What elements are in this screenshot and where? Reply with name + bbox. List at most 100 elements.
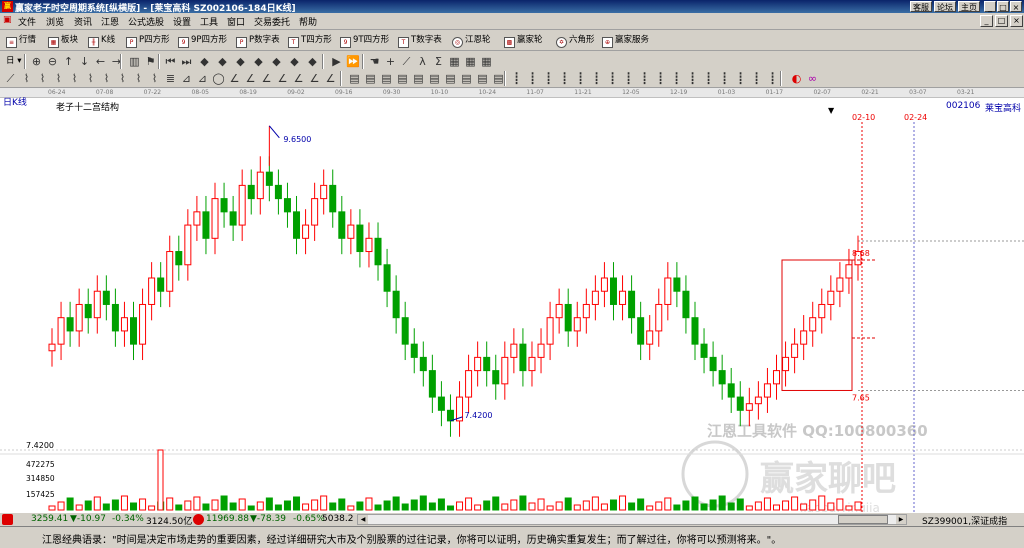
angle-icon[interactable]: ∠ [228, 72, 241, 85]
menu-trade[interactable]: 交易委托 [254, 15, 290, 28]
fibonacci-icon[interactable]: ≣ [164, 72, 177, 85]
homepage-link-button[interactable]: 主页 [958, 1, 980, 12]
draw-chart-icon[interactable]: ⌇ [36, 72, 49, 85]
mdi-minimize-button[interactable]: _ [980, 15, 993, 27]
draw-chart-icon[interactable]: ⌇ [100, 72, 113, 85]
ruler-icon[interactable]: ┋ [510, 72, 523, 85]
diamond-icon[interactable]: ◆ [288, 55, 301, 68]
table-icon[interactable]: ▤ [364, 72, 377, 85]
fan-icon[interactable]: ⊿ [196, 72, 209, 85]
draw-chart-icon[interactable]: ⌇ [20, 72, 33, 85]
menu-settings[interactable]: 设置 [173, 15, 191, 28]
angle-icon[interactable]: ∠ [292, 72, 305, 85]
toolbar-t-table-button[interactable]: T T数字表 [398, 33, 442, 48]
circle-icon[interactable]: ◯ [212, 72, 225, 85]
ruler-icon[interactable]: ┋ [766, 72, 779, 85]
table-icon[interactable]: ▤ [428, 72, 441, 85]
toolbar-quote-button[interactable]: ≡ 行情 [6, 33, 36, 48]
table-icon[interactable]: ▤ [348, 72, 361, 85]
diamond-icon[interactable]: ◆ [234, 55, 247, 68]
flag-icon[interactable]: ⚑ [144, 55, 157, 68]
ruler-icon[interactable]: ┋ [622, 72, 635, 85]
scroll-thumb[interactable] [838, 515, 888, 524]
menu-info[interactable]: 资讯 [74, 15, 92, 28]
kline-chart[interactable]: 赢家聊吧jiaoba.yingjia江恩工具软件 QQ:10080036002-… [0, 98, 1024, 512]
forum-link-button[interactable]: 论坛 [934, 1, 956, 12]
toolbar-kline-button[interactable]: ╫ K线 [88, 33, 115, 48]
menu-app-icon[interactable]: ▣ [3, 15, 12, 25]
menu-formula[interactable]: 公式选股 [128, 15, 164, 28]
ruler-icon[interactable]: ┋ [590, 72, 603, 85]
service-link-button[interactable]: 客服 [910, 1, 932, 12]
period-selector[interactable]: 日 ▾ [6, 54, 21, 69]
sigma-icon[interactable]: Σ [432, 55, 445, 68]
toolbar-hexagon-button[interactable]: ✡ 六角形 [556, 33, 595, 48]
fast-forward-icon[interactable]: ⏩ [346, 55, 360, 68]
zoom-out-icon[interactable]: ⊖ [46, 55, 59, 68]
table-icon[interactable]: ▤ [380, 72, 393, 85]
left-arrow-icon[interactable]: ← [94, 55, 107, 68]
menu-help[interactable]: 帮助 [299, 15, 317, 28]
play-icon[interactable]: ▶ [330, 55, 343, 68]
down-arrow-icon[interactable]: ↓ [78, 55, 91, 68]
scroll-right-icon[interactable]: ▶ [896, 515, 906, 524]
draw-chart-icon[interactable]: ⌇ [132, 72, 145, 85]
hand-icon[interactable]: ☚ [368, 55, 381, 68]
mdi-close-button[interactable]: × [1010, 15, 1023, 27]
close-button[interactable]: × [1010, 1, 1022, 12]
table-icon[interactable]: ▤ [460, 72, 473, 85]
table-icon[interactable]: ▤ [412, 72, 425, 85]
crosshair-icon[interactable]: + [384, 55, 397, 68]
dropdown-arrow-icon[interactable]: ▼ [828, 106, 834, 115]
table-icon[interactable]: ▤ [396, 72, 409, 85]
toolbar-t-square-button[interactable]: T T四方形 [288, 33, 332, 48]
ruler-icon[interactable]: ┋ [526, 72, 539, 85]
ruler-icon[interactable]: ┋ [574, 72, 587, 85]
grid-icon[interactable]: ▦ [448, 55, 461, 68]
draw-chart-icon[interactable]: ⌇ [116, 72, 129, 85]
mdi-restore-button[interactable]: □ [995, 15, 1008, 27]
diamond-icon[interactable]: ◆ [306, 55, 319, 68]
color-wheel-icon[interactable]: ◐ [790, 72, 803, 85]
ruler-icon[interactable]: ┋ [542, 72, 555, 85]
lambda-icon[interactable]: λ [416, 55, 429, 68]
ruler-icon[interactable]: ┋ [718, 72, 731, 85]
horizontal-scrollbar[interactable]: ◀ ▶ [357, 514, 907, 525]
table-icon[interactable]: ▤ [476, 72, 489, 85]
draw-chart-icon[interactable]: ⌇ [148, 72, 161, 85]
toolbar-p-square-button[interactable]: P P四方形 [126, 33, 170, 48]
angle-icon[interactable]: ∠ [260, 72, 273, 85]
angle-icon[interactable]: ∠ [244, 72, 257, 85]
minimize-button[interactable]: _ [984, 1, 996, 12]
draw-line-icon[interactable]: ⟋ [4, 72, 17, 85]
chart-icon[interactable]: ▥ [128, 55, 141, 68]
scroll-left-icon[interactable]: ◀ [358, 515, 368, 524]
menu-tools[interactable]: 工具 [200, 15, 218, 28]
draw-chart-icon[interactable]: ⌇ [84, 72, 97, 85]
angle-icon[interactable]: ∠ [324, 72, 337, 85]
grid-icon[interactable]: ▦ [480, 55, 493, 68]
last-icon[interactable]: ⏭ [180, 55, 193, 68]
toolbar-9t-square-button[interactable]: 9 9T四方形 [340, 33, 389, 48]
table-icon[interactable]: ▤ [444, 72, 457, 85]
draw-chart-icon[interactable]: ⌇ [68, 72, 81, 85]
diamond-icon[interactable]: ◆ [198, 55, 211, 68]
ruler-icon[interactable]: ┋ [558, 72, 571, 85]
menu-gann[interactable]: 江恩 [101, 15, 119, 28]
ruler-icon[interactable]: ┋ [686, 72, 699, 85]
ruler-icon[interactable]: ┋ [654, 72, 667, 85]
toolbar-service-button[interactable]: ⊕ 赢家服务 [602, 33, 649, 48]
line-tool-icon[interactable]: ⟋ [400, 55, 413, 68]
ruler-icon[interactable]: ┋ [638, 72, 651, 85]
diamond-icon[interactable]: ◆ [216, 55, 229, 68]
zoom-in-icon[interactable]: ⊕ [30, 55, 43, 68]
ruler-icon[interactable]: ┋ [734, 72, 747, 85]
grid-icon[interactable]: ▦ [464, 55, 477, 68]
angle-icon[interactable]: ∠ [276, 72, 289, 85]
ruler-icon[interactable]: ┋ [702, 72, 715, 85]
fan-icon[interactable]: ⊿ [180, 72, 193, 85]
menu-window[interactable]: 窗口 [227, 15, 245, 28]
ruler-icon[interactable]: ┋ [750, 72, 763, 85]
ruler-icon[interactable]: ┋ [606, 72, 619, 85]
toolbar-9p-square-button[interactable]: 9 9P四方形 [178, 33, 227, 48]
